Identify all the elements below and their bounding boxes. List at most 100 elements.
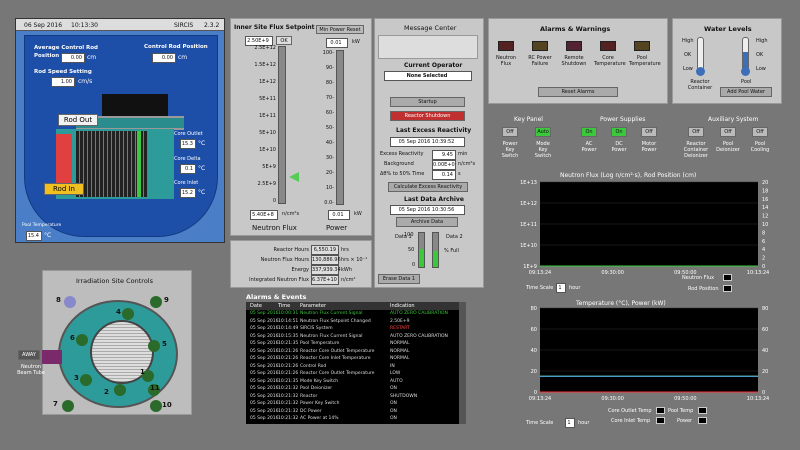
pool-deionizer-button[interactable]: Off: [720, 127, 736, 137]
legend-core-inlet-swatch[interactable]: [656, 417, 665, 424]
site-7-marker[interactable]: [62, 400, 74, 412]
pool-temp-unit: °C: [44, 232, 52, 239]
motor-power-button[interactable]: Off: [641, 127, 657, 137]
rod-in-button[interactable]: Rod In: [44, 183, 84, 195]
y-tick-right: 2: [762, 256, 765, 262]
legend-rod-swatch[interactable]: [723, 285, 732, 292]
min-power-reset-button[interactable]: Min Power Reset: [316, 25, 364, 34]
chart1-timescale-label: Time Scale: [526, 285, 554, 291]
flux-tick: 2.5E+12: [254, 45, 276, 51]
events-header-cell: Parameter: [300, 303, 327, 309]
site-2-marker[interactable]: [114, 384, 126, 396]
site-8-marker[interactable]: [64, 296, 76, 308]
flux-tick: 1E+10: [259, 147, 276, 153]
legend-pool-swatch[interactable]: [698, 407, 707, 414]
away-button[interactable]: AWAY: [18, 350, 40, 360]
water-low-left: Low: [683, 66, 693, 72]
site-3-marker[interactable]: [80, 374, 92, 386]
core-inlet-unit: °C: [198, 189, 206, 196]
erase-data-button[interactable]: Erase Data 1: [378, 274, 420, 284]
y-tick-right: 8: [762, 230, 765, 236]
pool-temp-value: 15.4: [26, 231, 42, 241]
shutdown-button[interactable]: Reactor Shutdown: [390, 111, 465, 121]
events-scrollbar[interactable]: [459, 302, 466, 424]
startup-button[interactable]: Startup: [390, 97, 465, 107]
power-key-button[interactable]: Off: [502, 127, 518, 137]
chart2-timescale-label: Time Scale: [526, 420, 554, 426]
event-cell: 10:21:26: [278, 371, 299, 376]
add-pool-water-button[interactable]: Add Pool Water: [720, 87, 772, 97]
site-6-marker[interactable]: [76, 334, 88, 346]
archive-title: Last Data Archive: [404, 196, 464, 203]
ac-power-button[interactable]: On: [581, 127, 597, 137]
event-cell: Neutron Flux Setpoint Changed: [300, 318, 371, 324]
keypanel-title: Key Panel: [514, 116, 543, 123]
event-cell: 10:21:32: [278, 386, 299, 391]
alarms-title: Alarms & Warnings: [540, 25, 611, 33]
legend-core-outlet-swatch[interactable]: [656, 407, 665, 414]
background-label: Background: [384, 161, 414, 167]
integral-unit: hrs × 10⁻¹: [341, 257, 368, 263]
power-tick: 20-: [325, 170, 334, 176]
pool-cooling-button[interactable]: Off: [752, 127, 768, 137]
site-label: 2: [104, 388, 109, 396]
flux-ticks: 2.5E+12 1.5E+12 1E+12 5E+11 1E+11 5E+10 …: [232, 45, 276, 205]
water-label-pool: Pool: [741, 79, 752, 85]
alarm-light-neutron: [498, 41, 514, 51]
legend-flux-swatch[interactable]: [723, 274, 732, 281]
flux-tick: 1.5E+12: [254, 62, 276, 68]
site-5-marker[interactable]: [148, 340, 160, 352]
event-cell: 05 Sep 2016: [250, 318, 279, 324]
flux-ok-button[interactable]: OK: [276, 36, 292, 45]
archive-data-button[interactable]: Archive Data: [396, 217, 458, 227]
event-cell: RESTART: [390, 326, 410, 331]
water-ok-right: OK: [756, 52, 764, 58]
flux-tick: 5E+11: [259, 96, 276, 102]
header-time: 10:13:30: [71, 22, 98, 29]
y-tick-right: 20: [762, 369, 768, 375]
site-label: 3: [74, 374, 79, 382]
power-tick: 60-: [325, 110, 334, 116]
excess-label: Excess Reactivity: [380, 151, 424, 157]
chart2-timescale-unit: hour: [578, 420, 590, 426]
flux-chart-svg: 1E+131E+121E+111E+101E+92018161412108642…: [520, 180, 769, 276]
event-cell: SHUTDOWN: [390, 393, 418, 399]
mode-key-button[interactable]: Auto: [535, 127, 551, 137]
integral-value: 337,939.34: [311, 265, 341, 275]
event-cell: ON: [390, 416, 397, 421]
speed-value[interactable]: 1.00: [51, 77, 75, 87]
x-tick: 09:50:00: [674, 396, 696, 402]
rod-out-button[interactable]: Rod Out: [58, 114, 98, 126]
event-cell: 10:14:51: [278, 318, 299, 324]
chart1-timescale-input[interactable]: 1: [556, 283, 566, 293]
operator-label: Current Operator: [404, 62, 463, 69]
rc-deionizer-button[interactable]: Off: [688, 127, 704, 137]
event-cell: NORMAL: [390, 356, 410, 361]
background-value: 0.00E+0: [432, 160, 456, 170]
event-cell: 05 Sep 2016: [250, 348, 279, 354]
alarm-label: Neutron Flux: [495, 55, 517, 67]
flux-tick: 2.5E+9: [257, 181, 276, 187]
legend-power-swatch[interactable]: [698, 417, 707, 424]
aux-label: Reactor Container Deionizer: [683, 141, 709, 159]
header-date: 06 Sep 2016: [24, 22, 63, 29]
power-ticks: 100- 90- 80- 70- 60- 50- 40- 30- 20- 10-…: [318, 50, 334, 206]
site-10-marker[interactable]: [150, 400, 162, 412]
site-label: 5: [162, 340, 167, 348]
integral-unit: hrs: [341, 247, 349, 253]
pool-temp-label: Pool Temperature: [22, 223, 62, 228]
integral-value: 130,886.96: [311, 255, 341, 265]
site-9-marker[interactable]: [150, 296, 162, 308]
dc-power-button[interactable]: On: [611, 127, 627, 137]
speed-label: Rod Speed Setting: [34, 69, 92, 75]
reset-alarms-button[interactable]: Reset Alarms: [538, 87, 618, 97]
flux-setpoint-marker[interactable]: [289, 172, 299, 182]
chart2-timescale-input[interactable]: 1: [565, 418, 575, 428]
y-tick-right: 6: [762, 239, 765, 245]
event-cell: 05 Sep 2016: [250, 341, 279, 346]
site-4-marker[interactable]: [122, 308, 134, 320]
alarm-label: Pool Temperature: [629, 55, 661, 67]
event-cell: Neutron Flux Current Signal: [300, 311, 363, 316]
message-display: [378, 35, 478, 59]
calculate-excess-button[interactable]: Calculate Excess Reactivity: [388, 182, 468, 192]
